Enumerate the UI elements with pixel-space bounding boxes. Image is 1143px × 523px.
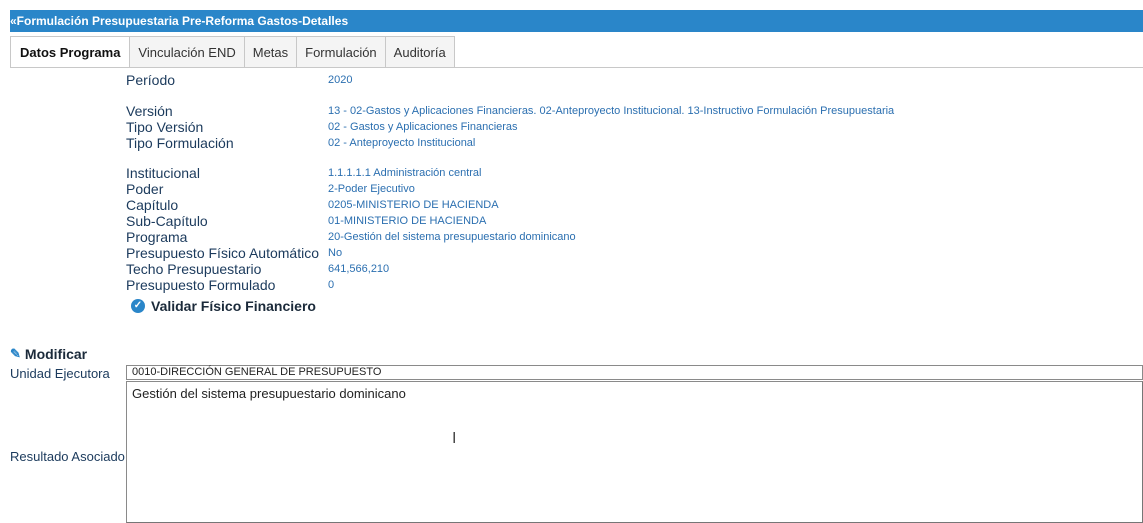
resultado-asociado-label: Resultado Asociado bbox=[10, 449, 125, 464]
window-title-bar: «Formulación Presupuestaria Pre-Reforma … bbox=[10, 10, 1143, 32]
techo-label: Techo Presupuestario bbox=[126, 261, 262, 277]
poder-value: 2-Poder Ejecutivo bbox=[328, 183, 415, 195]
programa-label: Programa bbox=[126, 229, 188, 245]
tipo-formulacion-value: 02 - Anteproyecto Institucional bbox=[328, 137, 476, 149]
tipo-version-value: 02 - Gastos y Aplicaciones Financieras bbox=[328, 121, 518, 133]
tab-datos-programa[interactable]: Datos Programa bbox=[10, 36, 131, 68]
tipo-version-label: Tipo Versión bbox=[126, 119, 204, 135]
validar-label: Validar Físico Financiero bbox=[151, 298, 316, 314]
formulado-value: 0 bbox=[328, 279, 335, 291]
window-title: «Formulación Presupuestaria Pre-Reforma … bbox=[10, 14, 349, 28]
text-cursor-icon: I bbox=[452, 430, 457, 447]
institucional-value: 1.1.1.1.1 Administración central bbox=[328, 167, 482, 179]
detail-row-poder: Poder 2-Poder Ejecutivo bbox=[126, 181, 415, 197]
modificar-button[interactable]: ✎ Modificar bbox=[10, 344, 87, 364]
presupuesto-fisico-label: Presupuesto Físico Automático bbox=[126, 245, 319, 261]
institucional-label: Institucional bbox=[126, 165, 200, 181]
tab-bar: Datos Programa Vinculación END Metas For… bbox=[10, 36, 455, 68]
detail-row-periodo: Período 2020 bbox=[126, 72, 352, 88]
formulado-label: Presupuesto Formulado bbox=[126, 277, 276, 293]
pencil-icon: ✎ bbox=[10, 346, 21, 361]
periodo-label: Período bbox=[126, 72, 176, 88]
validar-fisico-financiero-button[interactable]: ✓ Validar Físico Financiero bbox=[131, 296, 316, 316]
techo-value: 641,566,210 bbox=[328, 263, 390, 275]
detail-row-sub-capitulo: Sub-Capítulo 01-MINISTERIO DE HACIENDA bbox=[126, 213, 486, 229]
check-circle-icon: ✓ bbox=[131, 299, 145, 313]
version-value: 13 - 02-Gastos y Aplicaciones Financiera… bbox=[328, 105, 895, 117]
version-label: Versión bbox=[126, 103, 173, 119]
presupuesto-fisico-value: No bbox=[328, 247, 343, 259]
detail-row-tipo-version: Tipo Versión 02 - Gastos y Aplicaciones … bbox=[126, 119, 518, 135]
periodo-value: 2020 bbox=[328, 74, 353, 86]
detail-row-institucional: Institucional 1.1.1.1.1 Administración c… bbox=[126, 165, 481, 181]
capitulo-value: 0205-MINISTERIO DE HACIENDA bbox=[328, 199, 499, 211]
detail-row-tipo-formulacion: Tipo Formulación 02 - Anteproyecto Insti… bbox=[126, 135, 475, 151]
detail-row-presupuesto-fisico: Presupuesto Físico Automático No bbox=[126, 245, 342, 261]
tab-divider bbox=[10, 67, 1143, 68]
unidad-ejecutora-field[interactable]: 0010-DIRECCIÓN GENERAL DE PRESUPUESTO bbox=[126, 365, 1143, 380]
sub-capitulo-label: Sub-Capítulo bbox=[126, 213, 208, 229]
tab-metas[interactable]: Metas bbox=[244, 36, 298, 68]
detail-row-capitulo: Capítulo 0205-MINISTERIO DE HACIENDA bbox=[126, 197, 499, 213]
tab-vinculacion-end[interactable]: Vinculación END bbox=[130, 36, 245, 68]
detail-row-techo: Techo Presupuestario 641,566,210 bbox=[126, 261, 389, 277]
modificar-label: Modificar bbox=[24, 346, 88, 362]
sub-capitulo-value: 01-MINISTERIO DE HACIENDA bbox=[328, 215, 487, 227]
detail-row-programa: Programa 20-Gestión del sistema presupue… bbox=[126, 229, 576, 245]
tab-formulacion[interactable]: Formulación bbox=[297, 36, 386, 68]
tipo-formulacion-label: Tipo Formulación bbox=[126, 135, 234, 151]
detail-row-version: Versión 13 - 02-Gastos y Aplicaciones Fi… bbox=[126, 103, 894, 119]
unidad-ejecutora-label: Unidad Ejecutora bbox=[10, 366, 110, 381]
capitulo-label: Capítulo bbox=[126, 197, 179, 213]
resultado-asociado-textarea[interactable]: Gestión del sistema presupuestario domin… bbox=[126, 381, 1143, 523]
poder-label: Poder bbox=[126, 181, 164, 197]
programa-value: 20-Gestión del sistema presupuestario do… bbox=[328, 231, 576, 243]
detail-row-formulado: Presupuesto Formulado 0 bbox=[126, 277, 334, 293]
tab-auditoria[interactable]: Auditoría bbox=[385, 36, 455, 68]
